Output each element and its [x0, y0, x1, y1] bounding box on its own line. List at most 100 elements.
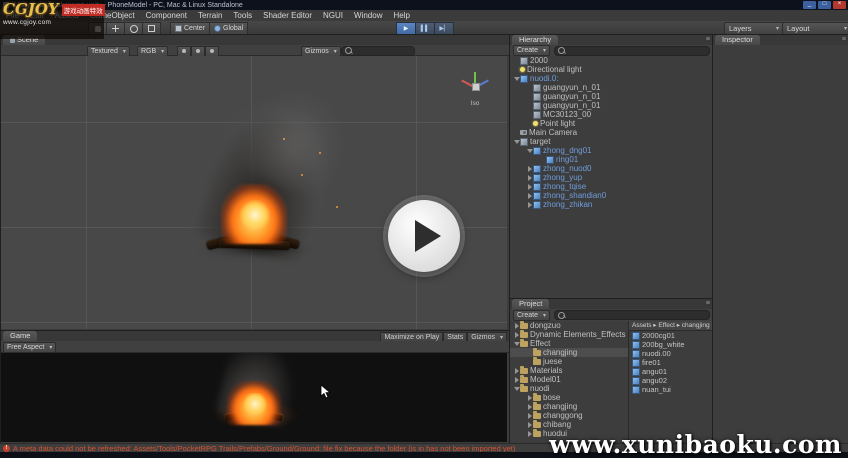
project-search-input[interactable] — [567, 312, 706, 319]
hierarchy-item[interactable]: zhong_nuod0 — [510, 164, 713, 173]
disclosure-triangle-icon[interactable] — [514, 77, 520, 81]
gameobject-cube-icon — [520, 57, 528, 65]
hierarchy-item[interactable]: ring01 — [510, 155, 713, 164]
menu-shader-editor[interactable]: Shader Editor — [263, 11, 312, 20]
scene-orientation-gizmo[interactable]: Iso — [453, 68, 497, 112]
menu-ngui[interactable]: NGUI — [323, 11, 343, 20]
panel-menu-icon[interactable]: ≡ — [706, 300, 710, 307]
disclosure-triangle-icon[interactable] — [528, 166, 532, 172]
hierarchy-item[interactable]: zhong_tqise — [510, 182, 713, 191]
disclosure-triangle-icon[interactable] — [528, 184, 532, 190]
menu-window[interactable]: Window — [354, 11, 382, 20]
disclosure-triangle-icon[interactable] — [528, 395, 532, 401]
hierarchy-item[interactable]: target — [510, 137, 713, 146]
disclosure-triangle-icon[interactable] — [528, 202, 532, 208]
hierarchy-item[interactable]: nuodi.0: — [510, 74, 713, 83]
gizmo-mode-label[interactable]: Iso — [453, 100, 497, 107]
menu-tools[interactable]: Tools — [233, 11, 252, 20]
create-label: Create — [517, 312, 538, 319]
hierarchy-item[interactable]: Directional light — [510, 65, 713, 74]
asset-item[interactable]: angu01 — [629, 367, 713, 376]
project-folder[interactable]: Effect — [510, 339, 628, 348]
disclosure-triangle-icon[interactable] — [528, 413, 532, 419]
asset-item[interactable]: angu02 — [629, 376, 713, 385]
lighting-toggle-button[interactable] — [177, 46, 191, 57]
hierarchy-item[interactable]: guangyun_n_01 — [510, 101, 713, 110]
hierarchy-item[interactable]: Main Camera — [510, 128, 713, 137]
hierarchy-item[interactable]: zhong_yup — [510, 173, 713, 182]
video-play-button[interactable] — [388, 200, 460, 272]
asset-item[interactable]: nuodi.00 — [629, 349, 713, 358]
project-folder[interactable]: Materials — [510, 366, 628, 375]
flame-core — [243, 393, 267, 415]
tab-inspector[interactable]: Inspector — [715, 35, 760, 45]
hierarchy-item[interactable]: guangyun_n_01 — [510, 83, 713, 92]
project-folder[interactable]: Model01 — [510, 375, 628, 384]
disclosure-triangle-icon[interactable] — [514, 342, 520, 346]
disclosure-triangle-icon[interactable] — [527, 149, 533, 153]
asset-item[interactable]: nuan_tui — [629, 385, 713, 394]
project-folder[interactable]: juese — [510, 357, 628, 366]
menu-terrain[interactable]: Terrain — [198, 11, 222, 20]
hierarchy-item[interactable]: zhong_dng01 — [510, 146, 713, 155]
hierarchy-item[interactable]: 2000 — [510, 56, 713, 65]
scene-search-field[interactable] — [341, 46, 415, 56]
hierarchy-item[interactable]: zhong_zhikan — [510, 200, 713, 209]
panel-menu-icon[interactable]: ≡ — [842, 36, 846, 43]
project-folder[interactable]: changjing — [510, 402, 628, 411]
scene-viewport[interactable]: Iso — [1, 56, 507, 329]
game-viewport[interactable] — [1, 353, 507, 442]
tab-game[interactable]: Game — [3, 331, 37, 341]
asset-item[interactable]: 2000cg01 — [629, 331, 713, 340]
panel-menu-icon[interactable]: ≡ — [706, 36, 710, 43]
shading-mode-dropdown[interactable]: Textured▾ — [87, 46, 130, 57]
tab-project[interactable]: Project — [512, 299, 549, 309]
asset-item[interactable]: 200bg_white — [629, 340, 713, 349]
scene-gizmos-dropdown[interactable]: Gizmos▾ — [301, 46, 341, 57]
minimize-button[interactable]: _ — [803, 1, 816, 9]
tab-hierarchy[interactable]: Hierarchy — [512, 35, 558, 45]
aspect-ratio-label: Free Aspect — [7, 344, 44, 351]
audio-toggle-button[interactable] — [191, 46, 205, 57]
project-folder[interactable]: bose — [510, 393, 628, 402]
hierarchy-item[interactable]: guangyun_n_01 — [510, 92, 713, 101]
hierarchy-create-button[interactable]: Create▾ — [513, 45, 550, 56]
disclosure-triangle-icon[interactable] — [528, 175, 532, 181]
render-channel-dropdown[interactable]: RGB▾ — [137, 46, 168, 57]
project-folder[interactable]: dongzuo — [510, 321, 628, 330]
project-folder[interactable]: changgong — [510, 411, 628, 420]
hierarchy-search-input[interactable] — [567, 47, 706, 54]
hierarchy-search-field[interactable] — [554, 46, 710, 56]
project-folder[interactable]: changjing — [510, 348, 628, 357]
disclosure-triangle-icon[interactable] — [528, 431, 532, 437]
disclosure-triangle-icon[interactable] — [515, 377, 519, 383]
scene-search-input[interactable] — [354, 47, 411, 54]
disclosure-triangle-icon[interactable] — [528, 193, 532, 199]
project-create-button[interactable]: Create▾ — [513, 310, 550, 321]
project-folder[interactable]: nuodi — [510, 384, 628, 393]
project-folder[interactable]: Dynamic Elements_Effects — [510, 330, 628, 339]
project-search-field[interactable] — [554, 310, 710, 320]
menu-component[interactable]: Component — [146, 11, 187, 20]
effects-toggle-button[interactable] — [205, 46, 219, 57]
close-button[interactable]: × — [833, 1, 846, 9]
disclosure-triangle-icon[interactable] — [528, 422, 532, 428]
hierarchy-item[interactable]: MC30123_00 — [510, 110, 713, 119]
spark — [301, 174, 303, 176]
asset-item[interactable]: fire01 — [629, 358, 713, 367]
disclosure-triangle-icon[interactable] — [514, 140, 520, 144]
disclosure-triangle-icon[interactable] — [528, 404, 532, 410]
hierarchy-item[interactable]: Point light — [510, 119, 713, 128]
effects-icon — [210, 49, 214, 53]
hierarchy-item[interactable]: zhong_shandian0 — [510, 191, 713, 200]
project-folder[interactable]: chibang — [510, 420, 628, 429]
disclosure-triangle-icon[interactable] — [514, 387, 520, 391]
create-label: Create — [517, 47, 538, 54]
disclosure-triangle-icon[interactable] — [515, 323, 519, 329]
gizmo-center-cube-icon[interactable] — [472, 83, 480, 91]
maximize-button[interactable]: □ — [818, 1, 831, 9]
menu-help[interactable]: Help — [393, 11, 409, 20]
aspect-ratio-dropdown[interactable]: Free Aspect▾ — [3, 342, 56, 353]
disclosure-triangle-icon[interactable] — [515, 368, 519, 374]
disclosure-triangle-icon[interactable] — [515, 332, 519, 338]
